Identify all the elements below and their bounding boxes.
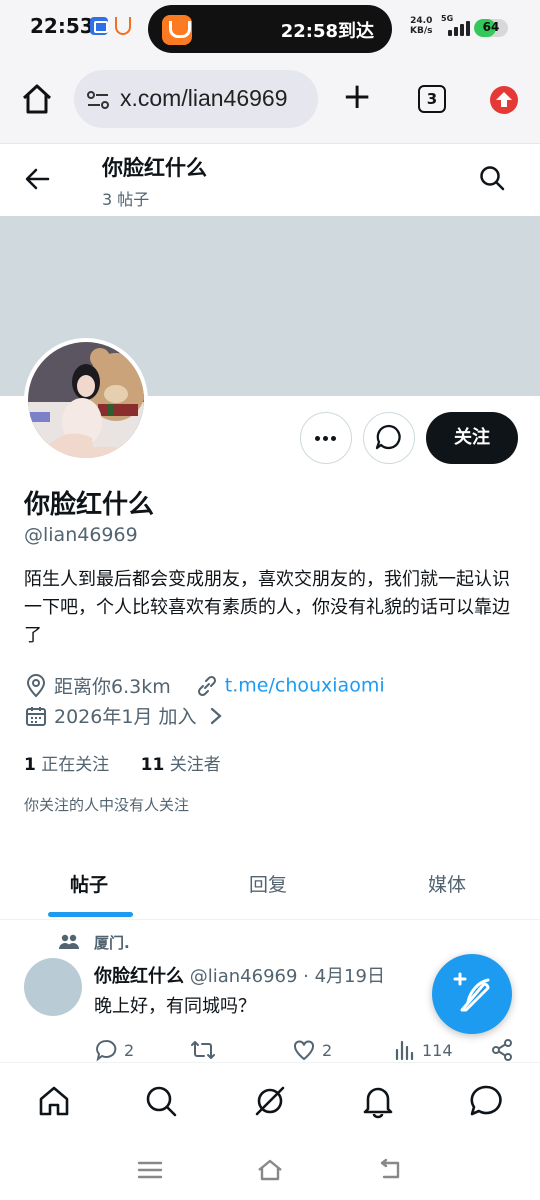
new-tab-icon[interactable]: +	[342, 79, 372, 116]
system-back-icon[interactable]	[376, 1158, 404, 1182]
live-activity-pill[interactable]: 22:58到达	[148, 5, 392, 53]
network-speed-value: 24.0	[410, 16, 433, 26]
browser-toolbar: x.com/lian46969 + 3	[0, 58, 540, 144]
post-header: 你脸红什么 @lian46969 · 4月19日	[94, 962, 385, 988]
share-icon	[492, 1039, 512, 1061]
profile-meta-row: 距离你6.3km t.me/chouxiaomi	[24, 672, 385, 698]
profile-tabs: 帖子 回复 媒体	[0, 844, 540, 920]
profile-bio: 陌生人到最后都会变成朋友，喜欢交朋友的，我们就一起认识一下吧，个人比较喜欢有素质…	[24, 569, 510, 646]
follow-stats: 1 正在关注 11 关注者	[24, 750, 221, 775]
following-link[interactable]: 1 正在关注	[24, 755, 109, 775]
followers-link[interactable]: 11 关注者	[141, 755, 221, 775]
pill-arrival-text: 22:58到达	[280, 21, 374, 42]
following-count: 1	[24, 755, 36, 775]
status-bar: 22:53 22:58到达 24.0 KB/s 5G 64	[0, 0, 540, 58]
location-pin-icon	[26, 673, 46, 697]
menu-icon[interactable]	[136, 1158, 164, 1182]
reply-icon	[96, 1039, 117, 1062]
like-action[interactable]: 2	[292, 1038, 332, 1064]
url-text[interactable]: x.com/lian46969	[120, 85, 288, 112]
tab-count-button[interactable]: 3	[418, 85, 446, 113]
header-profile-name: 你脸红什么	[102, 156, 207, 180]
profile-joined-date: 2026年1月 加入	[54, 706, 197, 728]
battery-level: 64	[482, 20, 500, 34]
notification-app-icon-2	[115, 17, 131, 35]
notifications-icon[interactable]	[360, 1083, 396, 1119]
profile-avatar[interactable]	[24, 338, 148, 462]
didi-logo-icon	[162, 15, 192, 45]
chat-bubble-icon	[375, 424, 401, 449]
notification-app-icon	[90, 17, 108, 35]
post-author-meta: @lian46969 · 4月19日	[189, 966, 385, 987]
followers-label: 关注者	[169, 755, 221, 775]
active-tab-indicator	[48, 912, 133, 917]
profile-handle: @lian46969	[24, 524, 138, 546]
compose-post-button[interactable]	[432, 954, 512, 1034]
profile-name: 你脸红什么	[24, 490, 155, 520]
browser-home-icon[interactable]	[20, 82, 54, 116]
link-icon	[197, 675, 216, 696]
share-action[interactable]	[490, 1038, 514, 1064]
repost-icon	[191, 1041, 215, 1059]
search-icon[interactable]	[478, 164, 506, 192]
system-home-icon[interactable]	[256, 1158, 284, 1182]
message-button[interactable]	[363, 412, 415, 464]
compose-feather-icon	[453, 972, 490, 1012]
views-icon	[395, 1040, 414, 1061]
post-author-name[interactable]: 你脸红什么	[94, 966, 184, 987]
post-text[interactable]: 晚上好，有同城吗？	[94, 992, 256, 1018]
network-speed: 24.0 KB/s	[410, 16, 432, 36]
system-navigation-bar	[0, 1140, 540, 1200]
reply-count: 2	[124, 1040, 135, 1060]
status-time: 22:53	[30, 14, 94, 38]
community-icon	[59, 934, 79, 949]
profile-location: 距离你6.3km	[54, 676, 171, 698]
signal-icon	[442, 18, 470, 36]
messages-icon[interactable]	[468, 1083, 504, 1119]
calendar-icon	[26, 706, 46, 726]
post-context-label[interactable]: 厦门.	[94, 932, 130, 953]
profile-website-link[interactable]: t.me/chouxiaomi	[225, 675, 385, 697]
tab-posts[interactable]: 帖子	[70, 870, 108, 897]
reply-action[interactable]: 2	[94, 1038, 134, 1064]
post-author-avatar[interactable]	[24, 958, 82, 1016]
following-label: 正在关注	[41, 755, 110, 775]
views-action[interactable]: 114	[394, 1038, 453, 1064]
like-count: 2	[322, 1040, 333, 1060]
repost-action[interactable]	[190, 1038, 216, 1064]
header-post-count: 3 帖子	[102, 190, 150, 209]
home-icon[interactable]	[36, 1083, 72, 1119]
mutual-followers-note: 你关注的人中没有人关注	[24, 796, 190, 814]
battery-icon: 64	[474, 19, 508, 37]
post-actions: 2 2 114	[94, 1038, 524, 1064]
tab-media[interactable]: 媒体	[428, 870, 466, 897]
address-bar[interactable]: x.com/lian46969	[74, 70, 318, 128]
profile-joined-row[interactable]: 2026年1月 加入	[24, 702, 223, 728]
tab-replies[interactable]: 回复	[249, 870, 287, 897]
grok-icon[interactable]	[252, 1083, 288, 1119]
heart-icon	[294, 1040, 314, 1061]
back-arrow-icon[interactable]	[24, 166, 50, 192]
bottom-nav	[0, 1062, 540, 1140]
site-settings-icon[interactable]	[86, 89, 110, 111]
chevron-right-icon	[210, 707, 222, 724]
upload-icon[interactable]	[490, 86, 518, 114]
profile-header-bar: 你脸红什么 3 帖子	[0, 144, 540, 216]
views-count: 114	[422, 1040, 453, 1060]
followers-count: 11	[140, 755, 165, 775]
network-speed-unit: KB/s	[410, 26, 433, 36]
follow-button[interactable]: 关注	[426, 412, 518, 464]
more-options-button[interactable]	[300, 412, 352, 464]
search-icon[interactable]	[143, 1083, 179, 1119]
